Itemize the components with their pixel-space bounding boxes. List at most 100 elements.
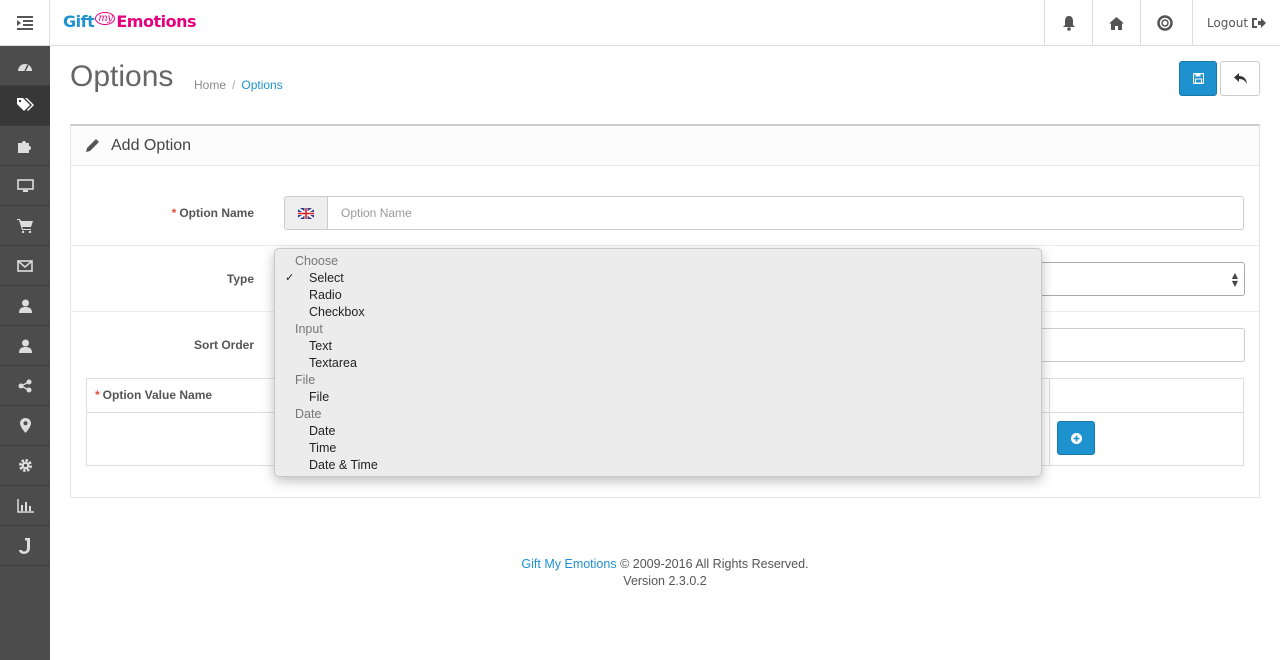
add-option-value-button[interactable] bbox=[1057, 421, 1095, 455]
dropdown-group-label: Choose bbox=[295, 254, 339, 268]
sidebar-item-users[interactable] bbox=[0, 326, 50, 366]
dropdown-option-label: Date & Time bbox=[309, 458, 378, 472]
sidebar-nav bbox=[0, 46, 50, 660]
tags-icon bbox=[16, 98, 34, 111]
sidebar-item-localisation[interactable] bbox=[0, 406, 50, 446]
save-icon bbox=[1192, 73, 1204, 84]
uk-flag-icon bbox=[298, 207, 314, 219]
envelope-icon bbox=[17, 259, 33, 272]
life-ring-icon bbox=[1156, 15, 1173, 31]
help-button[interactable] bbox=[1140, 0, 1188, 46]
dropdown-option-label: Checkbox bbox=[309, 305, 365, 319]
logo-text-my: my bbox=[95, 12, 116, 25]
dropdown-option[interactable]: ✓ Select bbox=[275, 270, 1041, 287]
dropdown-option[interactable]: Time bbox=[275, 440, 1041, 457]
option-name-label: * Option Name bbox=[54, 206, 254, 220]
desktop-icon bbox=[16, 178, 34, 192]
puzzle-icon bbox=[17, 141, 31, 153]
checkmark-icon: ✓ bbox=[285, 272, 295, 284]
menu-toggle-button[interactable] bbox=[0, 0, 50, 46]
plus-circle-icon bbox=[1070, 432, 1082, 444]
sidebar-item-catalog[interactable] bbox=[0, 86, 50, 126]
user-icon bbox=[18, 299, 32, 313]
dropdown-option[interactable]: Textarea bbox=[275, 355, 1041, 372]
column-divider bbox=[1049, 379, 1050, 412]
dropdown-option[interactable]: Checkbox bbox=[275, 304, 1041, 321]
back-button[interactable] bbox=[1220, 61, 1260, 96]
breadcrumb-home-link[interactable]: Home bbox=[194, 78, 226, 92]
top-header: Gift my Emotions Logout bbox=[0, 0, 1280, 46]
sidebar-item-reports[interactable] bbox=[0, 486, 50, 526]
breadcrumb-separator: / bbox=[232, 78, 236, 92]
column-divider bbox=[1049, 413, 1050, 465]
logout-label: Logout bbox=[1206, 16, 1249, 30]
share-icon bbox=[18, 379, 32, 392]
dropdown-option[interactable]: Radio bbox=[275, 287, 1041, 304]
brand-logo[interactable]: Gift my Emotions bbox=[63, 12, 197, 31]
bell-icon bbox=[1062, 15, 1075, 31]
required-asterisk: * bbox=[95, 388, 100, 402]
dropdown-option-label: Textarea bbox=[309, 356, 357, 370]
dropdown-option-label: Time bbox=[309, 441, 337, 455]
page-title: Options bbox=[70, 60, 174, 93]
reply-icon bbox=[1233, 73, 1247, 84]
breadcrumb-options-link[interactable]: Options bbox=[241, 78, 282, 92]
sidebar-item-system[interactable] bbox=[0, 446, 50, 486]
dropdown-option-label: Radio bbox=[309, 288, 342, 302]
dropdown-option[interactable]: Text bbox=[275, 338, 1041, 355]
dropdown-option-label: Date bbox=[309, 424, 336, 438]
logout-button[interactable]: Logout bbox=[1192, 0, 1280, 46]
option-value-name-header: * Option Value Name bbox=[95, 388, 212, 402]
menu-toggle-icon bbox=[16, 16, 33, 30]
logo-text-emotions: Emotions bbox=[116, 12, 197, 31]
panel-title: Add Option bbox=[111, 136, 192, 154]
type-dropdown-menu: Choose ✓ Select Radio Checkbox Input Text Texta… bbox=[274, 248, 1042, 477]
option-value-name-header-text: Option Value Name bbox=[102, 388, 213, 402]
type-label: Type bbox=[226, 272, 254, 286]
dropdown-option[interactable]: Date & Time bbox=[275, 457, 1041, 474]
language-flag-addon bbox=[284, 196, 328, 230]
sidebar-item-share[interactable] bbox=[0, 366, 50, 406]
footer-brand-link[interactable]: Gift My Emotions bbox=[521, 557, 616, 571]
sidebar-item-sales[interactable] bbox=[0, 206, 50, 246]
dropdown-option-label: Text bbox=[309, 339, 332, 353]
sidebar-item-extensions[interactable] bbox=[0, 126, 50, 166]
footer-copyright: © 2009-2016 All Rights Reserved. bbox=[620, 557, 809, 571]
user-icon bbox=[18, 339, 32, 353]
page-footer: Gift My Emotions © 2009-2016 All Rights … bbox=[50, 556, 1280, 590]
dropdown-group-label: Date bbox=[295, 407, 322, 421]
option-name-input[interactable] bbox=[328, 196, 1244, 230]
form-row-divider bbox=[71, 245, 1259, 246]
sign-out-icon bbox=[1252, 18, 1267, 28]
option-name-label-text: Option Name bbox=[179, 206, 254, 220]
dropdown-group-label: File bbox=[295, 373, 316, 387]
notifications-button[interactable] bbox=[1044, 0, 1092, 46]
sidebar-item-joomla[interactable] bbox=[0, 526, 50, 566]
pencil-icon bbox=[86, 139, 99, 152]
logo-text-gift: Gift bbox=[63, 12, 95, 31]
save-button[interactable] bbox=[1179, 61, 1217, 96]
sidebar-item-design[interactable] bbox=[0, 166, 50, 206]
dropdown-option[interactable]: Date bbox=[275, 423, 1041, 440]
map-marker-icon bbox=[19, 418, 31, 433]
sidebar-item-customers[interactable] bbox=[0, 286, 50, 326]
cart-icon bbox=[17, 218, 33, 233]
home-icon bbox=[1109, 16, 1124, 30]
panel-heading: Add Option bbox=[71, 126, 1259, 166]
select-arrows-icon: ▲ ▼ bbox=[1231, 271, 1238, 288]
sidebar-item-dashboard[interactable] bbox=[0, 46, 50, 86]
sidebar-item-marketing[interactable] bbox=[0, 246, 50, 286]
dropdown-option-label: File bbox=[309, 390, 330, 404]
dashboard-icon bbox=[18, 63, 32, 71]
footer-version: Version 2.3.0.2 bbox=[623, 574, 707, 588]
dropdown-option[interactable]: File bbox=[275, 389, 1041, 406]
bar-chart-icon bbox=[16, 498, 34, 513]
breadcrumb: Home / Options bbox=[194, 78, 283, 92]
dropdown-group-label: Input bbox=[295, 322, 323, 336]
required-asterisk: * bbox=[171, 206, 177, 220]
sort-order-label: Sort Order bbox=[193, 338, 254, 352]
dropdown-option-label: Select bbox=[309, 271, 344, 285]
home-button[interactable] bbox=[1092, 0, 1140, 46]
footer-copyright-line: Gift My Emotions © 2009-2016 All Rights … bbox=[50, 556, 1280, 573]
cog-icon bbox=[18, 459, 32, 472]
